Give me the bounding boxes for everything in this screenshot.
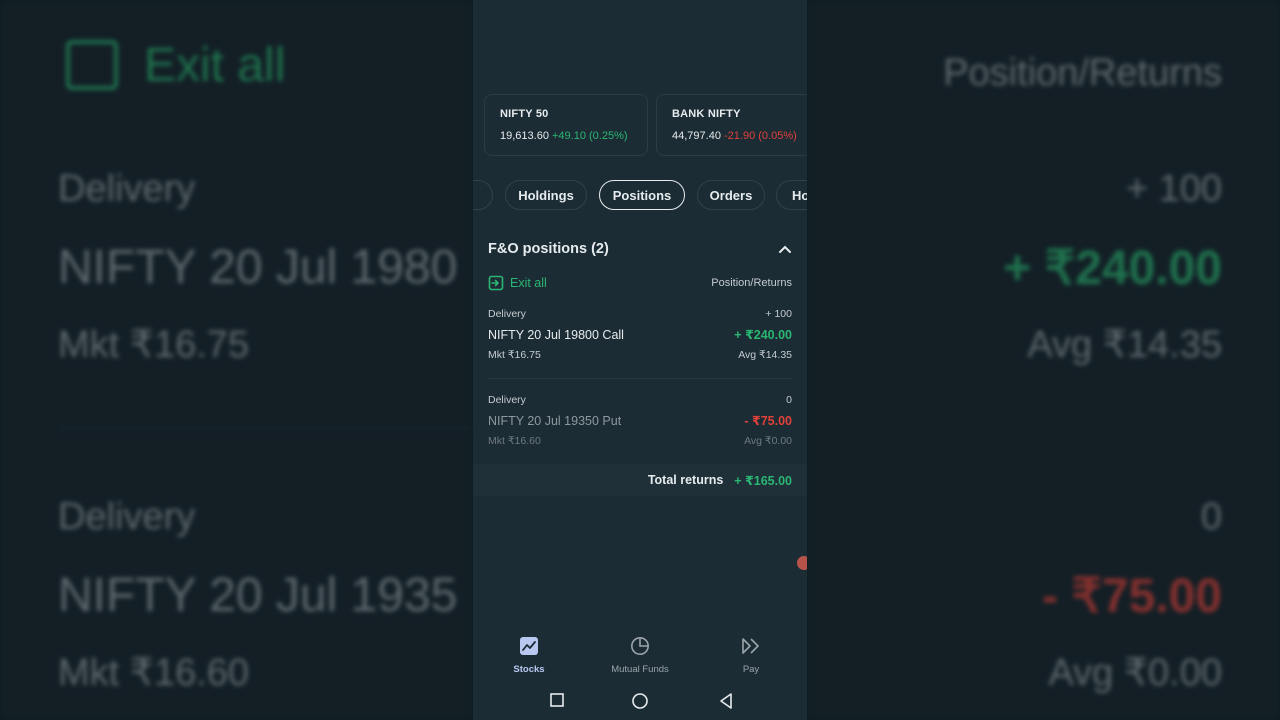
backdrop-mkt: Mkt ₹16.75 (58, 324, 250, 366)
back-icon[interactable] (718, 692, 734, 710)
backdrop-returns-2: - ₹75.00 (1042, 570, 1222, 623)
exit-all-label: Exit all (510, 276, 547, 290)
backdrop-avg-2: Avg ₹0.00 (1048, 652, 1223, 694)
position-market: Mkt ₹16.75 (488, 349, 541, 361)
nav-mutual-funds[interactable]: Mutual Funds (590, 636, 690, 675)
tab-orders[interactable]: Orders (697, 180, 765, 210)
index-row: 19,613.60 +49.10 (0.25%) (500, 130, 647, 142)
exit-row: Exit all Position/Returns (488, 275, 792, 291)
position-quantity: 0 (786, 394, 792, 406)
tab-positions[interactable]: Positions (599, 180, 685, 210)
recent-apps-icon[interactable] (549, 692, 565, 708)
index-name: BANK NIFTY (672, 108, 741, 120)
section-title: F&O positions (2) (488, 241, 609, 257)
index-value: 44,797.40 (672, 130, 721, 142)
position-type: Delivery (488, 308, 526, 320)
pie-chart-icon (631, 637, 649, 655)
total-returns-label: Total returns (647, 473, 724, 487)
tab-partial-right[interactable]: Ho (776, 180, 807, 210)
position-meta: Delivery + 100 (488, 308, 792, 320)
position-average: Avg ₹14.35 (738, 349, 792, 361)
divider (488, 378, 792, 379)
backdrop-delivery: Delivery (58, 168, 196, 210)
exit-icon (488, 275, 504, 291)
tab-partial-left[interactable] (473, 180, 493, 210)
index-value: 19,613.60 (500, 130, 549, 142)
tab-holdings[interactable]: Holdings (505, 180, 587, 210)
position-instrument: NIFTY 20 Jul 19800 Call (488, 328, 624, 342)
nav-pay[interactable]: Pay (701, 636, 801, 675)
index-row: 44,797.40 -21.90 (0.05%) (672, 130, 807, 142)
position-returns: + ₹240.00 (734, 328, 792, 342)
nav-label: Mutual Funds (611, 664, 669, 675)
position-prices: Mkt ₹16.75 Avg ₹14.35 (488, 349, 792, 361)
bottom-navigation: Stocks Mutual Funds Pay (473, 628, 807, 682)
exit-icon (66, 40, 118, 90)
index-card-banknifty[interactable]: BANK NIFTY 44,797.40 -21.90 (0.05%) (656, 94, 807, 156)
position-prices: Mkt ₹16.60 Avg ₹0.00 (488, 435, 792, 447)
home-icon[interactable] (631, 692, 649, 710)
backdrop-divider (58, 428, 473, 429)
backdrop-instrument: NIFTY 20 Jul 1980 (58, 241, 458, 294)
nav-stocks[interactable]: Stocks (479, 636, 579, 675)
exit-all-button[interactable]: Exit all (488, 275, 547, 291)
backdrop-exit-all: Exit all (144, 39, 286, 92)
backdrop-position-returns: Position/Returns (943, 52, 1222, 94)
total-returns-value: + ₹165.00 (734, 473, 792, 488)
index-change: -21.90 (0.05%) (724, 130, 797, 142)
index-card-nifty50[interactable]: NIFTY 50 19,613.60 +49.10 (0.25%) (484, 94, 648, 156)
backdrop-instrument-2: NIFTY 20 Jul 1935 (58, 569, 458, 622)
screen: Exit all Delivery NIFTY 20 Jul 1980 Mkt … (0, 0, 1280, 720)
backdrop-qty: + 100 (1125, 168, 1222, 210)
position-main: NIFTY 20 Jul 19350 Put - ₹75.00 (488, 413, 792, 428)
backdrop-delivery-2: Delivery (58, 496, 196, 538)
backdrop-mkt-2: Mkt ₹16.60 (58, 652, 250, 694)
blurred-backdrop-left: Exit all Delivery NIFTY 20 Jul 1980 Mkt … (0, 0, 473, 720)
position-market: Mkt ₹16.60 (488, 435, 541, 447)
position-instrument: NIFTY 20 Jul 19350 Put (488, 414, 622, 428)
index-change: +49.10 (0.25%) (552, 130, 628, 142)
index-cards: NIFTY 50 19,613.60 +49.10 (0.25%) BANK N… (484, 94, 807, 156)
total-returns-bar: Total returns + ₹165.00 (473, 464, 807, 496)
nav-label: Pay (742, 664, 760, 675)
chart-line-icon (520, 637, 538, 655)
section-header[interactable]: F&O positions (2) (488, 241, 792, 257)
position-type: Delivery (488, 394, 526, 406)
blurred-backdrop-right: Position/Returns + 100 + ₹240.00 Avg ₹14… (807, 0, 1280, 720)
floating-indicator[interactable] (797, 556, 807, 570)
position-returns: - ₹75.00 (744, 414, 792, 428)
nav-label: Stocks (513, 664, 545, 675)
position-row[interactable]: Delivery + 100 NIFTY 20 Jul 19800 Call +… (488, 308, 792, 361)
backdrop-avg: Avg ₹14.35 (1027, 324, 1222, 366)
backdrop-qty-2: 0 (1200, 496, 1222, 538)
position-main: NIFTY 20 Jul 19800 Call + ₹240.00 (488, 327, 792, 342)
index-name: NIFTY 50 (500, 108, 549, 120)
position-row[interactable]: Delivery 0 NIFTY 20 Jul 19350 Put - ₹75.… (488, 394, 792, 447)
column-header: Position/Returns (711, 277, 792, 289)
chevron-up-icon[interactable] (778, 244, 792, 254)
phone-screen: NIFTY 50 19,613.60 +49.10 (0.25%) BANK N… (473, 0, 807, 720)
position-quantity: + 100 (765, 308, 792, 320)
double-chevron-icon (742, 638, 759, 654)
position-average: Avg ₹0.00 (744, 435, 792, 447)
system-navigation (473, 682, 807, 720)
backdrop-returns: + ₹240.00 (1003, 242, 1222, 295)
position-meta: Delivery 0 (488, 394, 792, 406)
tab-bar: Holdings Positions Orders Ho (473, 180, 807, 210)
